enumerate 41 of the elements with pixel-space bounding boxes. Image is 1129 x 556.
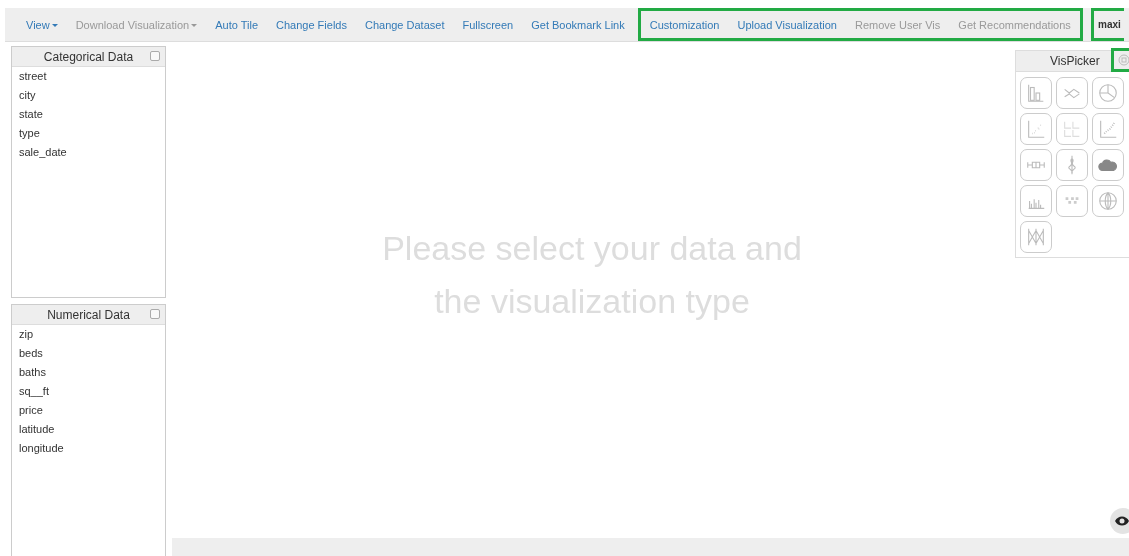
heatmap-icon[interactable] [1056,185,1088,217]
bar-chart-icon[interactable] [1020,77,1052,109]
panel-title: VisPicker [1050,54,1100,68]
histogram-icon[interactable] [1020,185,1052,217]
field-item[interactable]: beds [12,344,165,363]
box-plot-icon[interactable] [1020,149,1052,181]
parallel-coordinates-icon[interactable] [1020,221,1052,253]
user-name[interactable]: maxi [1091,8,1124,41]
nav-link[interactable]: View [17,18,67,31]
checkbox[interactable] [150,309,160,319]
field-item[interactable]: state [12,105,165,124]
field-item[interactable]: baths [12,363,165,382]
field-item[interactable]: longitude [12,439,165,458]
field-item[interactable]: city [12,86,165,105]
nav-link[interactable]: Change Dataset [355,18,454,31]
nav-link[interactable]: Upload Visualization [728,18,846,31]
scatter-plot-icon[interactable] [1092,113,1124,145]
field-item[interactable]: zip [12,325,165,344]
panel-title: Numerical Data [47,307,130,322]
field-item[interactable]: sq__ft [12,382,165,401]
eye-icon[interactable] [1110,508,1129,534]
field-item[interactable]: type [12,124,165,143]
line-chart-icon[interactable] [1056,77,1088,109]
scatter-matrix-icon[interactable] [1056,113,1088,145]
cloud-icon[interactable] [1092,149,1124,181]
pie-chart-icon[interactable] [1092,77,1124,109]
pin-icon[interactable] [1118,54,1129,66]
panel-title: Categorical Data [43,49,134,64]
nav-link[interactable]: Get Bookmark Link [522,18,634,31]
globe-icon[interactable] [1092,185,1124,217]
scatter-plot-icon[interactable] [1020,113,1052,145]
field-item[interactable]: street [12,67,165,86]
field-item[interactable]: latitude [12,420,165,439]
nav-link[interactable]: Fullscreen [453,18,523,31]
checkbox[interactable] [150,51,160,61]
nav-link[interactable]: Auto Tile [206,18,267,31]
nav-link[interactable]: Change Fields [267,18,356,31]
nav-link[interactable]: Customization [640,18,729,31]
violin-plot-icon[interactable] [1056,149,1088,181]
field-item[interactable]: sale_date [12,143,165,162]
field-item[interactable]: price [12,401,165,420]
